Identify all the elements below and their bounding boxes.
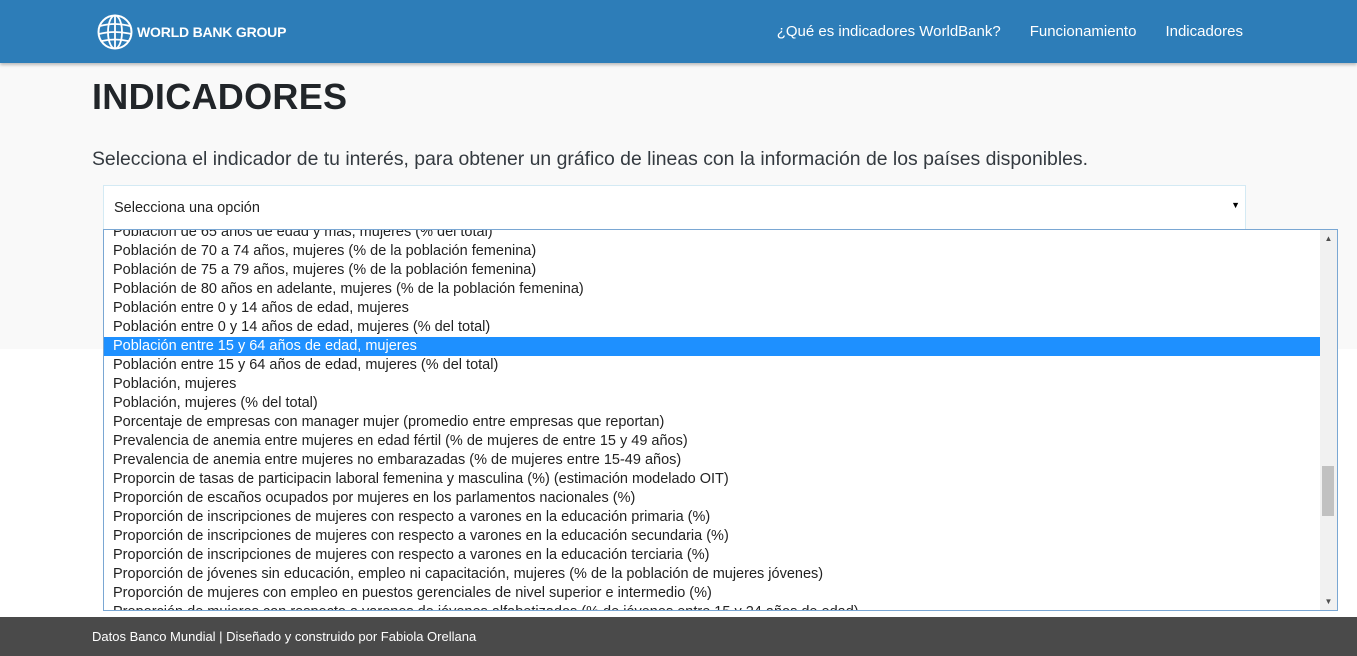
indicator-select[interactable]: Selecciona una opción ▼ <box>103 185 1246 229</box>
nav-link-que-es[interactable]: ¿Qué es indicadores WorldBank? <box>777 23 1001 40</box>
option-item[interactable]: Proporción de jóvenes sin educación, emp… <box>104 565 1321 584</box>
option-item[interactable]: Población entre 15 y 64 años de edad, mu… <box>104 337 1321 356</box>
option-item[interactable]: Población entre 15 y 64 años de edad, mu… <box>104 356 1321 375</box>
nav-link-indicadores[interactable]: Indicadores <box>1165 23 1243 40</box>
option-item[interactable]: Proporción de escaños ocupados por mujer… <box>104 489 1321 508</box>
brand-name: WORLD BANK GROUP <box>137 24 287 40</box>
brand-link[interactable]: WORLD BANK GROUP <box>97 14 286 50</box>
option-item[interactable]: Prevalencia de anemia entre mujeres en e… <box>104 432 1321 451</box>
option-item[interactable]: Proporción de inscripciones de mujeres c… <box>104 546 1321 565</box>
option-item[interactable]: Población, mujeres (% del total) <box>104 394 1321 413</box>
globe-icon <box>97 14 133 50</box>
page-title: INDICADORES <box>92 76 348 117</box>
footer-text: Datos Banco Mundial | Diseñado y constru… <box>92 629 477 644</box>
select-placeholder: Selecciona una opción <box>114 199 260 216</box>
option-item[interactable]: Proporcin de tasas de participacin labor… <box>104 470 1321 489</box>
page-subtitle: Selecciona el indicador de tu interés, p… <box>92 148 1088 170</box>
footer: Datos Banco Mundial | Diseñado y constru… <box>0 617 1357 656</box>
options-container: Población de 65 años de edad y más, muje… <box>104 230 1321 610</box>
option-item[interactable]: Población entre 0 y 14 años de edad, muj… <box>104 299 1321 318</box>
option-item[interactable]: Proporción de mujeres con respecto a var… <box>104 603 1321 610</box>
option-item[interactable]: Porcentaje de empresas con manager mujer… <box>104 413 1321 432</box>
nav-link-funcionamiento[interactable]: Funcionamiento <box>1030 23 1137 40</box>
option-item[interactable]: Proporción de inscripciones de mujeres c… <box>104 508 1321 527</box>
option-item[interactable]: Proporción de inscripciones de mujeres c… <box>104 527 1321 546</box>
option-item[interactable]: Proporción de mujeres con empleo en pues… <box>104 584 1321 603</box>
option-item[interactable]: Población de 75 a 79 años, mujeres (% de… <box>104 261 1321 280</box>
scrollbar-thumb[interactable] <box>1322 466 1334 516</box>
option-item[interactable]: Población entre 0 y 14 años de edad, muj… <box>104 318 1321 337</box>
top-navbar: WORLD BANK GROUP ¿Qué es indicadores Wor… <box>0 0 1357 63</box>
main-nav: ¿Qué es indicadores WorldBank? Funcionam… <box>748 0 1243 63</box>
indicator-options-list[interactable]: Población de 65 años de edad y más, muje… <box>103 229 1338 611</box>
option-item[interactable]: Población, mujeres <box>104 375 1321 394</box>
options-scrollbar[interactable]: ▲ ▼ <box>1320 230 1337 610</box>
option-item[interactable]: Población de 80 años en adelante, mujere… <box>104 280 1321 299</box>
option-item[interactable]: Población de 65 años de edad y más, muje… <box>104 230 1321 242</box>
option-item[interactable]: Prevalencia de anemia entre mujeres no e… <box>104 451 1321 470</box>
option-item[interactable]: Población de 70 a 74 años, mujeres (% de… <box>104 242 1321 261</box>
scroll-up-arrow-icon[interactable]: ▲ <box>1320 230 1337 247</box>
caret-down-icon: ▼ <box>1231 200 1240 210</box>
scroll-down-arrow-icon[interactable]: ▼ <box>1320 593 1337 610</box>
